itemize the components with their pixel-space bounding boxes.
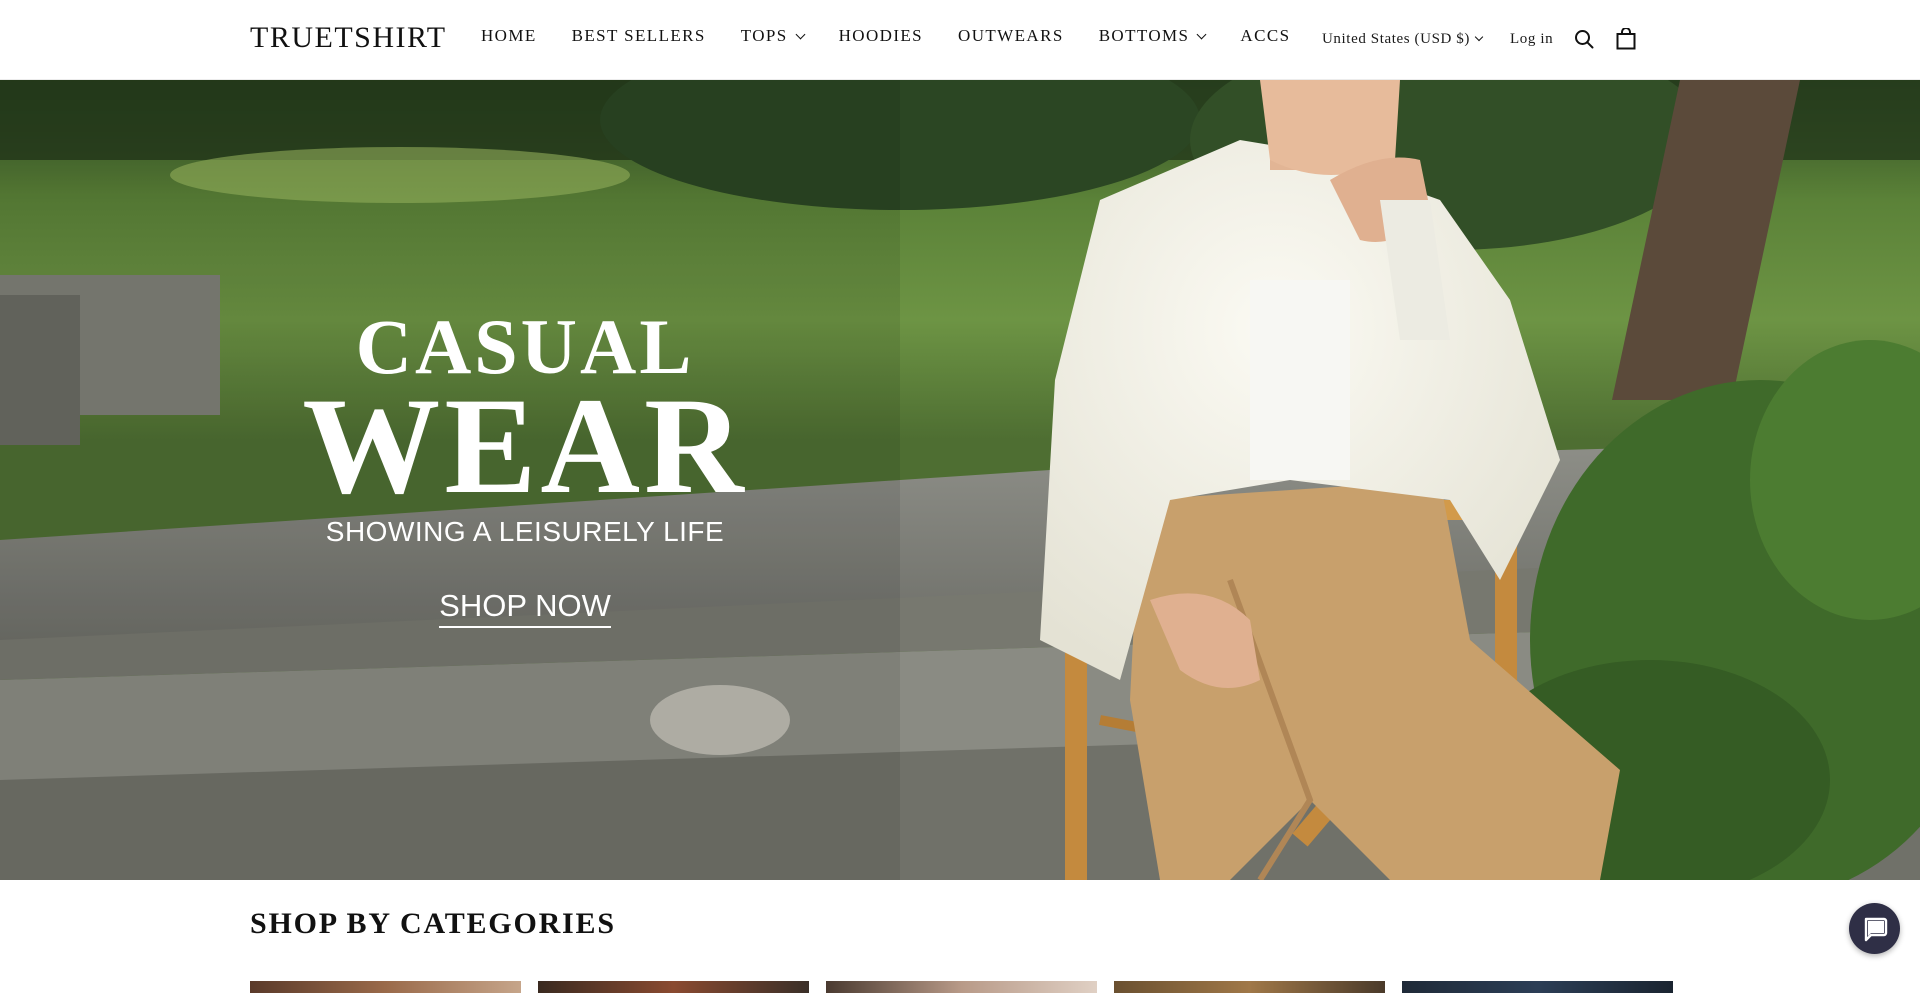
cart-button[interactable] — [1615, 28, 1637, 50]
site-logo[interactable]: TRUETSHIRT — [250, 21, 447, 55]
hero-heading-line2: WEAR — [302, 369, 748, 522]
search-icon — [1575, 30, 1594, 49]
hero-text-block: CASUAL WEAR SHOWING A LEISURELY LIFE SHO… — [240, 308, 810, 628]
login-link[interactable]: Log in — [1510, 31, 1553, 48]
categories-title: SHOP BY CATEGORIES — [250, 907, 616, 940]
nav-item-label: OUTWEARS — [958, 26, 1064, 45]
nav-item-label: BOTTOMS — [1098, 26, 1190, 45]
chat-bubble-icon — [1864, 917, 1887, 941]
category-cards — [250, 981, 1690, 993]
category-card[interactable] — [826, 981, 1097, 993]
nav-item-label: ACCS — [1240, 26, 1291, 45]
nav-item-bottoms[interactable]: BOTTOMS — [1098, 26, 1207, 46]
nav-item-accs[interactable]: ACCS — [1240, 26, 1290, 46]
main-nav: HOME BEST SELLERS TOPS HOODIES OUTWEARS … — [481, 26, 1325, 46]
nav-item-outwears[interactable]: OUTWEARS — [958, 26, 1064, 46]
nav-item-tops[interactable]: TOPS — [740, 26, 806, 46]
nav-item-hoodies[interactable]: HOODIES — [839, 26, 923, 46]
nav-item-label: HOME — [481, 26, 537, 45]
country-selector-label: United States (USD $) — [1322, 30, 1471, 47]
category-card[interactable] — [250, 981, 521, 993]
nav-item-label: BEST SELLERS — [571, 26, 706, 45]
category-card[interactable] — [1114, 981, 1385, 993]
chevron-down-icon — [1196, 29, 1207, 39]
hero-banner: CASUAL WEAR SHOWING A LEISURELY LIFE SHO… — [0, 80, 1920, 880]
header-utilities: United States (USD $) Log in — [1322, 28, 1637, 50]
search-button[interactable] — [1573, 28, 1595, 50]
shop-now-button[interactable]: SHOP NOW — [439, 588, 611, 628]
cart-bag-icon — [1616, 28, 1636, 50]
chevron-down-icon — [795, 29, 806, 39]
category-card[interactable] — [538, 981, 809, 993]
chat-button[interactable] — [1849, 903, 1900, 954]
country-selector[interactable]: United States (USD $) — [1322, 30, 1484, 48]
nav-item-best-sellers[interactable]: BEST SELLERS — [572, 26, 706, 46]
site-header: TRUETSHIRT HOME BEST SELLERS TOPS HOODIE… — [0, 0, 1920, 80]
category-card[interactable] — [1402, 981, 1673, 993]
nav-item-label: TOPS — [740, 26, 788, 45]
nav-item-label: HOODIES — [838, 26, 924, 45]
chevron-down-icon — [1474, 32, 1484, 42]
nav-item-home[interactable]: HOME — [481, 26, 537, 46]
